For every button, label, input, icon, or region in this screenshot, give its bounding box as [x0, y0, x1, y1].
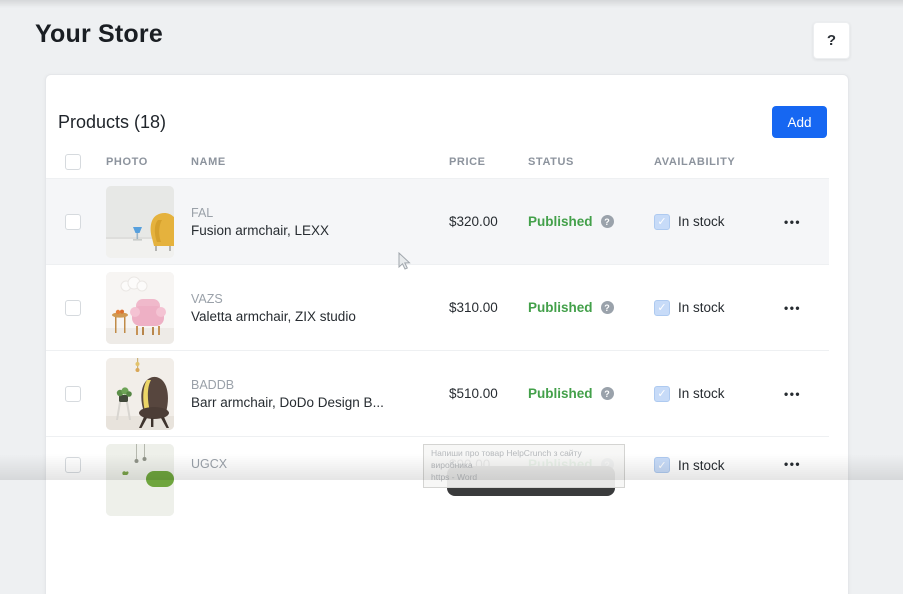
table-header-row: PHOTO NAME PRICE STATUS AVAILABILITY	[46, 146, 829, 178]
column-header-name: NAME	[191, 156, 449, 168]
product-price: $510.00	[449, 386, 528, 401]
panel-header: Products (18) Add	[46, 75, 848, 146]
product-name: Fusion armchair, LEXX	[191, 223, 449, 238]
status-help-icon[interactable]: ?	[601, 301, 614, 314]
product-sku: VAZS	[191, 292, 449, 306]
table-row[interactable]: BADDB Barr armchair, DoDo Design B... $5…	[46, 350, 829, 436]
product-price: $320.00	[449, 214, 528, 229]
table-row[interactable]: VAZS Valetta armchair, ZIX studio $310.0…	[46, 264, 829, 350]
product-photo	[106, 272, 174, 344]
row-menu-button[interactable]: •••	[784, 387, 829, 401]
in-stock-checkbox[interactable]: ✓	[654, 457, 670, 473]
status-badge: Published	[528, 214, 593, 229]
tooltip-line2: https - Word	[431, 472, 617, 484]
row-checkbox[interactable]	[65, 214, 81, 230]
add-product-button[interactable]: Add	[772, 106, 827, 138]
tooltip-line1: Напиши про товар HelpCrunch з сайту виро…	[431, 448, 617, 472]
product-sku: BADDB	[191, 378, 449, 392]
column-header-status: STATUS	[528, 156, 654, 168]
row-menu-button[interactable]: •••	[784, 301, 829, 315]
row-checkbox[interactable]	[65, 300, 81, 316]
column-header-price: PRICE	[449, 156, 528, 168]
product-photo	[106, 444, 174, 516]
product-name: Barr armchair, DoDo Design B...	[191, 395, 449, 410]
page-title: Your Store	[35, 20, 163, 49]
select-all-checkbox[interactable]	[65, 154, 81, 170]
question-mark-icon: ?	[827, 32, 836, 49]
availability-label: In stock	[678, 458, 725, 473]
column-header-photo: PHOTO	[106, 156, 191, 168]
status-help-icon[interactable]: ?	[601, 215, 614, 228]
status-badge: Published	[528, 300, 593, 315]
product-name: Valetta armchair, ZIX studio	[191, 309, 449, 324]
taskbar-tooltip: Напиши про товар HelpCrunch з сайту виро…	[423, 444, 625, 488]
in-stock-checkbox[interactable]: ✓	[654, 214, 670, 230]
table-row[interactable]: FAL Fusion armchair, LEXX $320.00 Publis…	[46, 178, 829, 264]
row-checkbox[interactable]	[65, 386, 81, 402]
help-button[interactable]: ?	[813, 22, 850, 59]
row-menu-button[interactable]: •••	[784, 215, 829, 229]
row-checkbox[interactable]	[65, 457, 81, 473]
mouse-cursor-icon	[398, 252, 411, 276]
panel-title: Products (18)	[58, 112, 166, 133]
status-help-icon[interactable]: ?	[601, 387, 614, 400]
product-photo	[106, 186, 174, 258]
product-photo	[106, 358, 174, 430]
product-sku: UGCX	[191, 457, 449, 471]
availability-label: In stock	[678, 386, 725, 401]
status-badge: Published	[528, 386, 593, 401]
column-header-availability: AVAILABILITY	[654, 156, 784, 168]
availability-label: In stock	[678, 214, 725, 229]
row-menu-button[interactable]: •••	[784, 457, 829, 471]
in-stock-checkbox[interactable]: ✓	[654, 300, 670, 316]
availability-label: In stock	[678, 300, 725, 315]
in-stock-checkbox[interactable]: ✓	[654, 386, 670, 402]
product-sku: FAL	[191, 206, 449, 220]
product-price: $310.00	[449, 300, 528, 315]
products-panel: Products (18) Add PHOTO NAME PRICE STATU…	[45, 74, 849, 594]
